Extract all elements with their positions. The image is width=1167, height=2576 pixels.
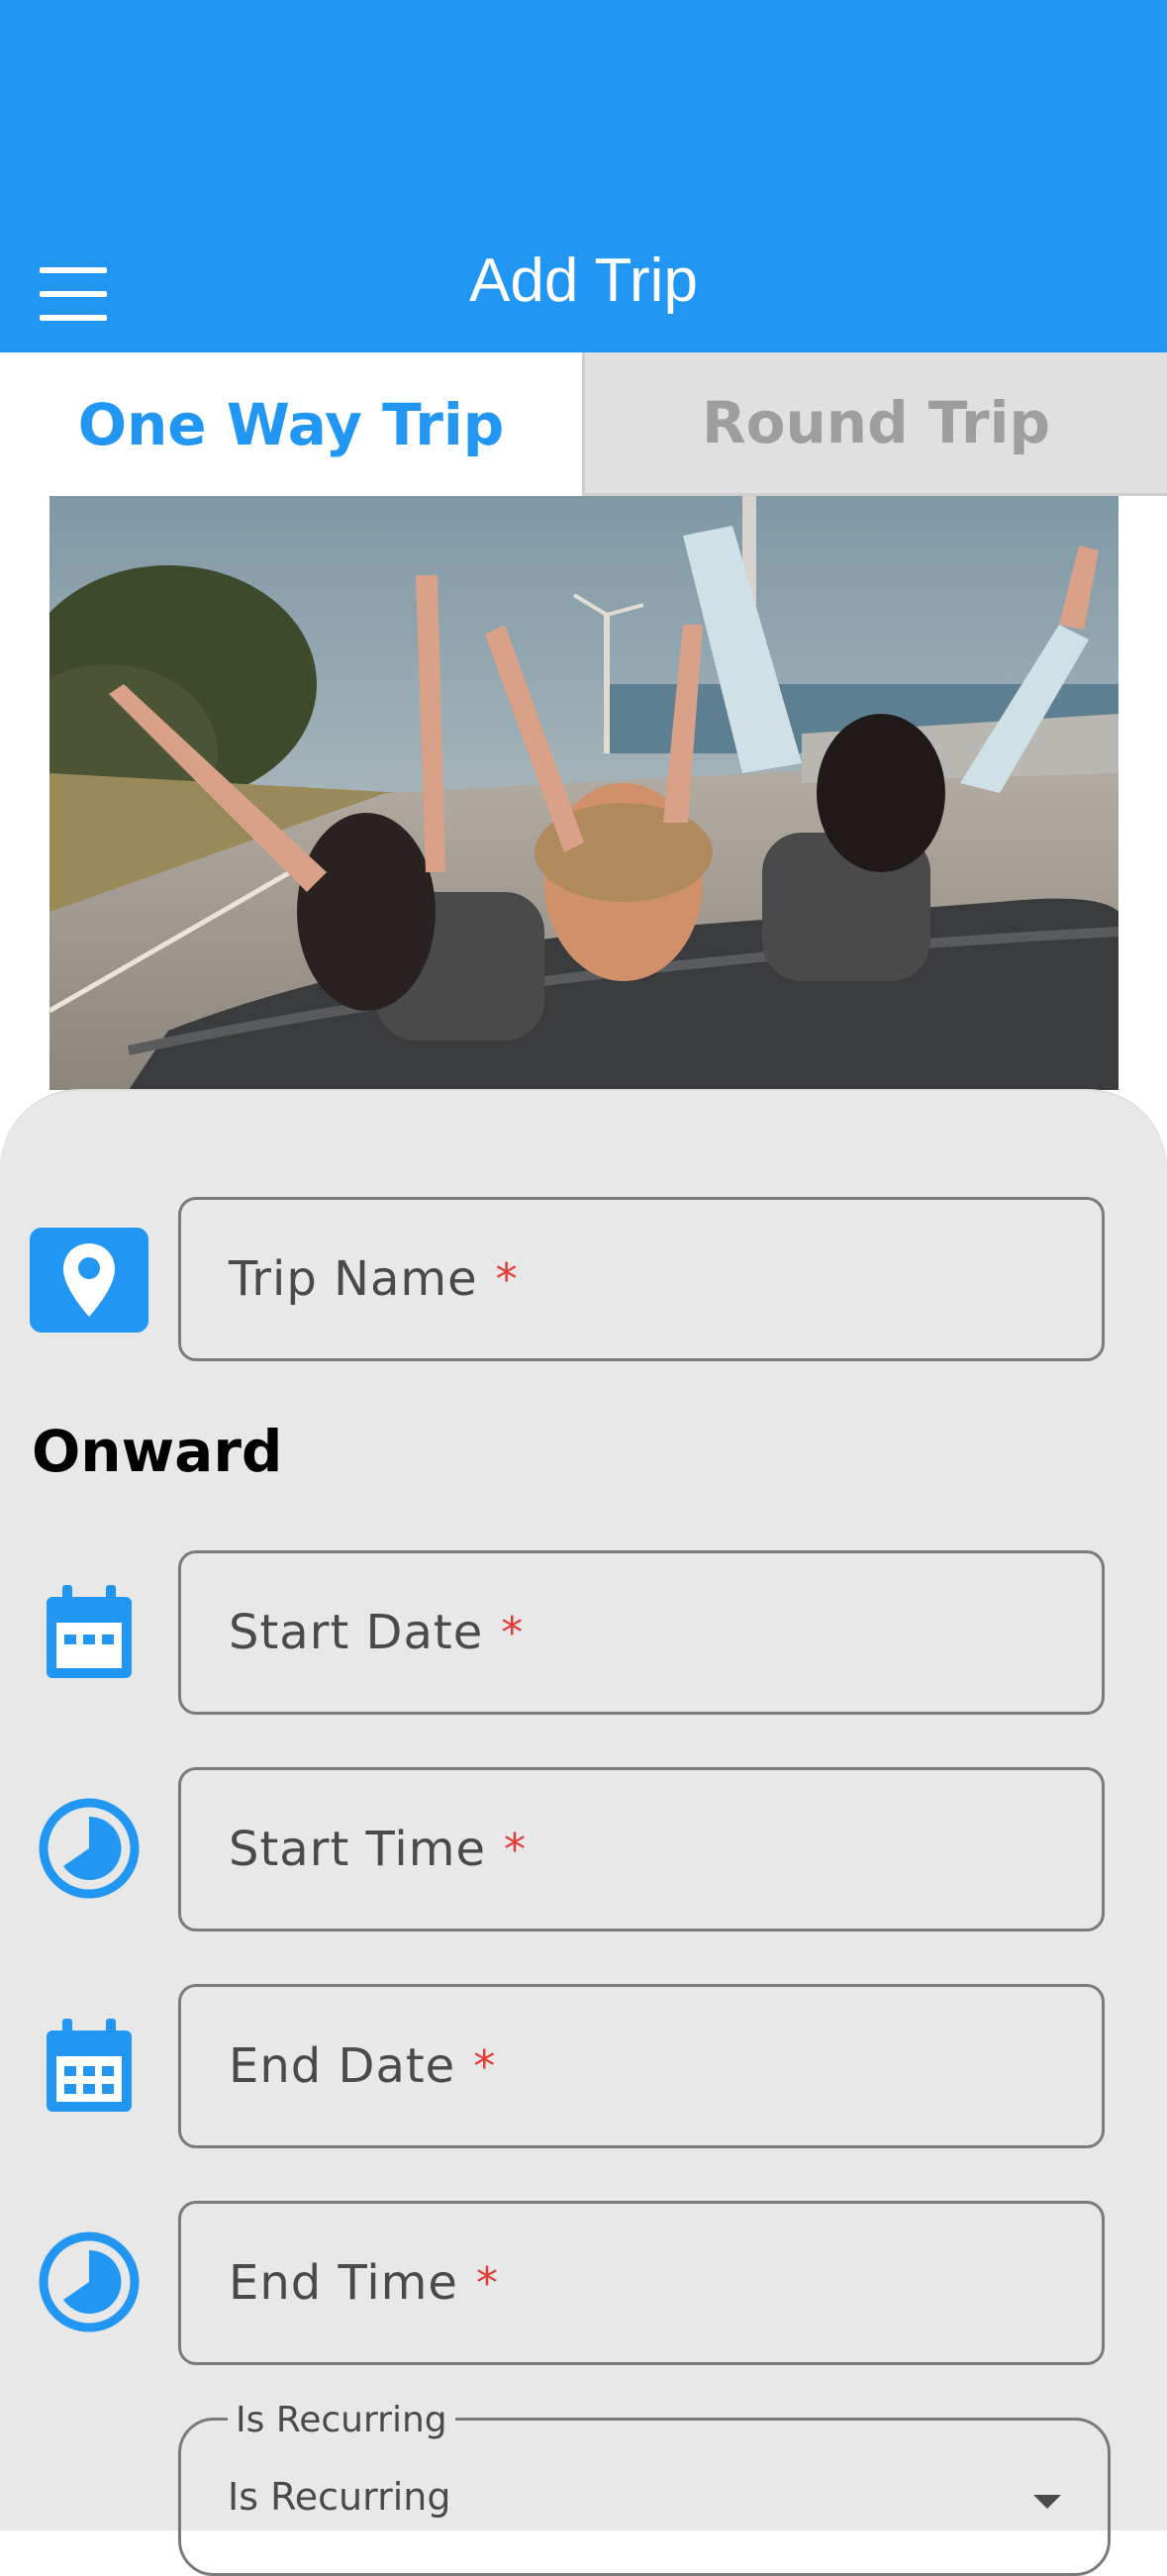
start-time-label: Start Time	[229, 1822, 486, 1877]
trip-type-tabs: One Way Trip Round Trip	[0, 352, 1167, 496]
tab-one-way-trip[interactable]: One Way Trip	[0, 352, 582, 496]
start-date-label: Start Date	[229, 1605, 484, 1660]
start-time-field[interactable]: Start Time *	[178, 1767, 1105, 1932]
end-time-label: End Time	[229, 2255, 458, 2311]
app-bar: Add Trip	[0, 0, 1167, 352]
end-date-label: End Date	[229, 2038, 456, 2094]
calendar-icon	[40, 2016, 139, 2117]
clock-icon	[38, 2230, 141, 2333]
dropdown-arrow-icon[interactable]	[1033, 2495, 1061, 2509]
start-date-field[interactable]: Start Date *	[178, 1550, 1105, 1715]
required-mark: *	[473, 2040, 496, 2092]
required-mark: *	[503, 1824, 526, 1875]
calendar-icon	[40, 1582, 139, 1683]
end-time-field[interactable]: End Time *	[178, 2201, 1105, 2365]
trip-name-field[interactable]: Trip Name *	[178, 1197, 1105, 1361]
end-date-field[interactable]: End Date *	[178, 1984, 1105, 2148]
required-mark: *	[501, 1607, 524, 1658]
trip-name-label: Trip Name	[229, 1251, 478, 1307]
is-recurring-value: Is Recurring	[228, 2475, 451, 2519]
hero-image	[49, 496, 1118, 1090]
section-title-onward: Onward	[32, 1418, 283, 1485]
tab-round-trip[interactable]: Round Trip	[582, 352, 1167, 496]
page-title: Add Trip	[469, 247, 698, 315]
location-pin-icon	[30, 1228, 148, 1333]
required-mark: *	[475, 2257, 498, 2309]
required-mark: *	[495, 1253, 518, 1305]
clock-icon	[38, 1797, 141, 1900]
is-recurring-label: Is Recurring	[228, 2400, 455, 2440]
